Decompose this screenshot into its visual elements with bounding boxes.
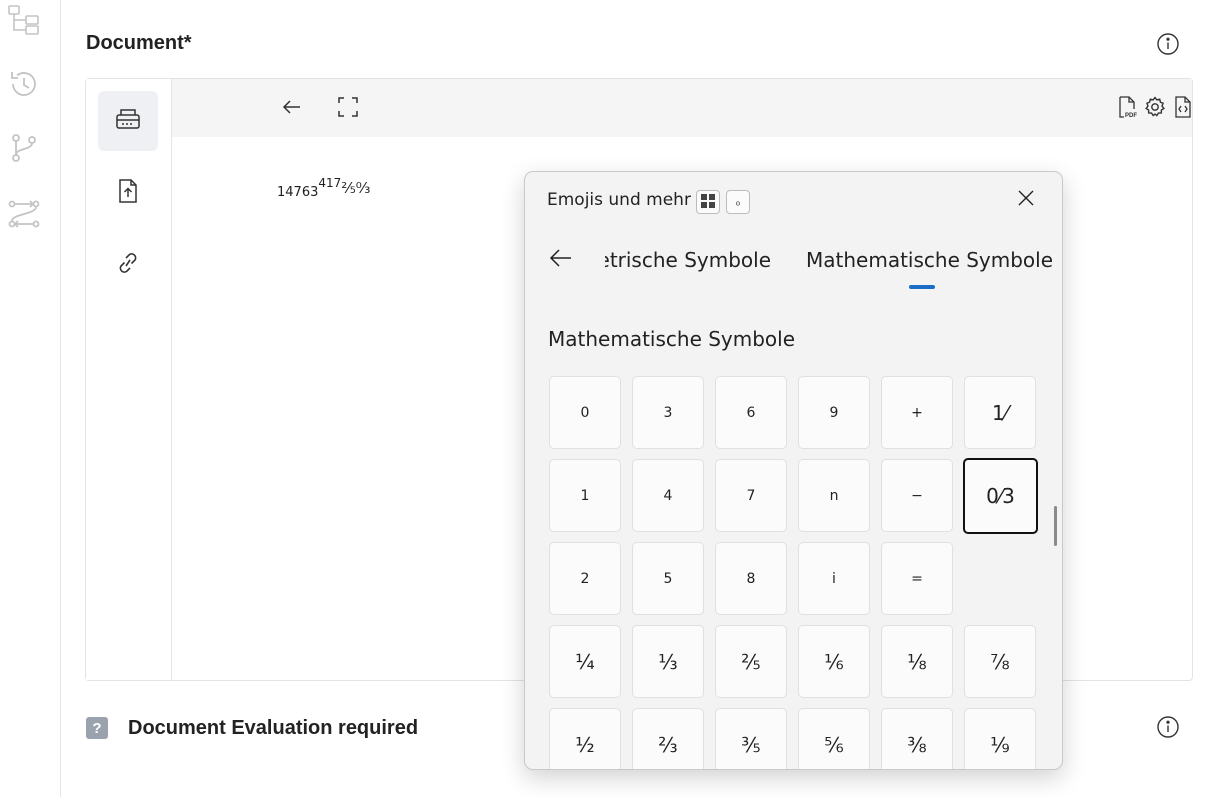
tab-math-symbols[interactable]: Mathematische Symbole — [806, 248, 1053, 272]
document-content[interactable]: 14763417⅖⁰⁄₃ — [277, 176, 370, 200]
emoji-keyboard-button[interactable]: ₒ — [726, 190, 750, 214]
emoji-panel-title: Emojis und mehr — [547, 190, 691, 210]
symbol-tile[interactable]: 6 — [715, 376, 787, 449]
symbol-tile[interactable]: + — [881, 376, 953, 449]
tab-geometric-symbols-label: ıetrische Symbole — [605, 248, 771, 272]
back-arrow-icon — [548, 245, 574, 276]
section-title: Mathematische Symbole — [548, 327, 796, 351]
symbol-tile[interactable]: ⅜ — [881, 708, 953, 769]
symbol-tile[interactable]: ⅑ — [964, 708, 1036, 769]
document-text-fraction: ⅖⁰⁄₃ — [341, 179, 371, 197]
tab-geometric-symbols[interactable]: ıetrische Symbole — [605, 242, 771, 278]
symbol-tile[interactable]: ⅖ — [715, 625, 787, 698]
info-icon[interactable] — [1156, 715, 1180, 739]
settings-button[interactable] — [1137, 91, 1173, 127]
symbol-tile[interactable]: 1⁄ — [964, 376, 1036, 449]
evaluation-label: Document Evaluation required — [128, 716, 419, 739]
workflow-icon[interactable] — [8, 198, 40, 230]
scrollbar-thumb[interactable] — [1054, 506, 1057, 546]
symbol-tile[interactable]: ⅗ — [715, 708, 787, 769]
emoji-grid-button[interactable] — [696, 190, 720, 214]
active-tab-indicator — [909, 285, 935, 289]
upload-file-button[interactable] — [98, 163, 158, 223]
fullscreen-button[interactable] — [330, 91, 366, 127]
evaluation-row: ? Document Evaluation required — [86, 714, 418, 742]
keyboard-input-icon — [114, 105, 142, 138]
editor-toolbar: PDF — [172, 79, 1192, 137]
symbol-tile[interactable]: ⅚ — [798, 708, 870, 769]
close-button[interactable] — [1008, 182, 1044, 218]
symbol-tile[interactable]: ⅓ — [632, 625, 704, 698]
settings-icon — [1143, 95, 1167, 124]
symbol-tile[interactable]: ½ — [549, 708, 621, 769]
symbol-tile[interactable]: 7 — [715, 459, 787, 532]
symbol-tile[interactable]: ¼ — [549, 625, 621, 698]
left-rail — [0, 0, 61, 797]
info-icon[interactable] — [1156, 32, 1180, 56]
symbol-tile[interactable]: = — [881, 542, 953, 615]
symbol-tile[interactable]: 8 — [715, 542, 787, 615]
symbol-tile[interactable]: 0 — [549, 376, 621, 449]
question-badge: ? — [86, 717, 108, 739]
symbol-tile[interactable]: 4 — [632, 459, 704, 532]
link-button[interactable] — [98, 235, 158, 295]
pdf-file-icon: PDF — [1115, 95, 1139, 124]
link-icon — [114, 249, 142, 282]
back-arrow-icon — [280, 95, 304, 124]
emoji-panel: Emojis und mehr ₒ ıetrische Symbole Math… — [524, 171, 1063, 770]
history-icon[interactable] — [8, 68, 40, 100]
side-toolbar — [86, 79, 172, 680]
symbol-tile[interactable]: − — [881, 459, 953, 532]
document-text-base: 14763 — [277, 185, 319, 200]
upload-file-icon — [114, 177, 142, 210]
fullscreen-icon — [336, 95, 360, 124]
symbol-tile[interactable]: ⅞ — [964, 625, 1036, 698]
symbol-tile[interactable]: i — [798, 542, 870, 615]
branch-icon[interactable] — [8, 132, 40, 164]
code-file-icon — [1171, 95, 1195, 124]
back-button[interactable] — [543, 242, 579, 278]
grid-icon — [701, 193, 715, 211]
symbol-tile[interactable]: ⅛ — [881, 625, 953, 698]
symbol-tile[interactable]: ⅙ — [798, 625, 870, 698]
symbol-tile[interactable]: 9 — [798, 376, 870, 449]
symbol-tile[interactable]: 2 — [549, 542, 621, 615]
symbol-tile-selected[interactable]: 0⁄3 — [963, 458, 1038, 534]
close-icon — [1017, 189, 1035, 212]
keyboard-input-button[interactable] — [98, 91, 158, 151]
hierarchy-icon[interactable] — [8, 4, 40, 36]
pdf-badge: PDF — [1125, 113, 1137, 119]
page-title: Document* — [86, 32, 192, 54]
document-text-sup: 417 — [318, 176, 342, 190]
symbol-tile[interactable]: n — [798, 459, 870, 532]
symbol-tile[interactable]: 1 — [549, 459, 621, 532]
back-button[interactable] — [274, 91, 310, 127]
symbol-tile[interactable]: ⅔ — [632, 708, 704, 769]
symbol-tile[interactable]: 3 — [632, 376, 704, 449]
symbol-tile[interactable]: 5 — [632, 542, 704, 615]
